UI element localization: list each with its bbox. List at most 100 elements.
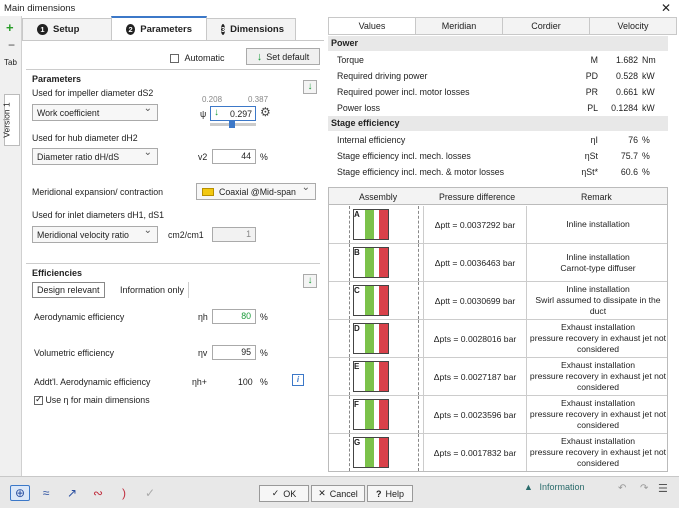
table-row: E Δpts = 0.0027187 bar Exhaust installatio… [329,358,667,396]
assembly-sketch: G [329,434,424,471]
info-icon[interactable]: i [292,374,304,386]
row-unit: Nm [642,55,656,65]
row-symbol: PD [585,71,598,81]
remove-version-button[interactable]: − [8,38,15,52]
remark: Exhaust installation pressure recovery i… [529,360,667,392]
aero-input[interactable]: 80 [212,309,256,324]
checkbox-box[interactable] [34,394,43,406]
row-value: 76 [628,135,638,145]
tab-dimensions[interactable]: 3 Dimensions [206,18,296,40]
power-row: Required power incl. motor losses PR 0.6… [328,84,668,100]
tab-information-only[interactable]: Information only [116,282,190,298]
tab-parameters[interactable]: 2 Parameters [111,16,207,40]
apply-arrow-icon[interactable]: ↓ [303,274,317,288]
row-name: Internal efficiency [337,135,406,145]
help-icon: ? [375,488,382,499]
redo-icon[interactable]: ↷ [640,483,648,494]
tab-number: 1 [37,24,48,35]
psi-max: 0.387 [248,95,269,104]
tab-velocity[interactable]: Velocity [589,17,677,35]
assembly-sketch: B [329,244,424,281]
row-value: 0.528 [615,71,638,81]
vol-input[interactable]: 95 [212,345,256,360]
power-row: Required driving power PD 0.528 kW [328,68,668,84]
check-icon[interactable]: ✓ [140,485,160,501]
row-name: Required driving power [337,71,428,81]
stage-title: Stage efficiency [328,116,668,131]
assembly-sketch: F [329,396,424,433]
automatic-checkbox[interactable]: Automatic [170,53,225,64]
menu-icon[interactable]: ☰ [658,482,668,495]
row-name: Stage efficiency incl. mech. losses [337,151,471,161]
table-header: Assembly Pressure difference Remark [329,188,667,205]
tab-values[interactable]: Values [328,17,416,35]
help-button[interactable]: ? Help [367,485,413,502]
tab-label: Setup [53,24,80,35]
row-unit: kW [642,87,655,97]
tab-toggle[interactable]: Tab [4,58,17,67]
meridian-view-icon[interactable]: ⊕ [10,485,30,501]
cm-input[interactable]: 1 [212,227,256,242]
checkbox-box[interactable] [170,54,179,64]
set-default-button[interactable]: ↓ Set default [246,48,320,65]
assembly-sketch: D [329,320,424,357]
table-row: C Δptt = 0.0030699 bar Inline installation… [329,282,667,320]
apply-arrow-icon[interactable]: ↓ [303,80,317,94]
tab-meridian[interactable]: Meridian [415,17,503,35]
tab-design-relevant[interactable]: Design relevant [32,282,105,298]
model-view-icon[interactable]: ∾ [88,485,108,501]
addt-label: Addt'l. Aerodynamic efficiency [34,377,151,387]
cancel-button[interactable]: ✕ Cancel [311,485,365,502]
tab-setup[interactable]: 1 Setup [22,18,112,40]
assembly-letter: C [354,286,360,295]
blade-view-icon[interactable]: ≈ [36,485,56,501]
close-icon[interactable]: ✕ [661,0,671,16]
v2-input[interactable]: 44 [212,149,256,164]
meridional-select[interactable]: Coaxial @Mid-span [196,182,316,200]
impeller-select[interactable]: Work coefficient [32,103,158,121]
use-eta-checkbox[interactable]: Use η for main dimensions [34,394,150,406]
inlet-select[interactable]: Meridional velocity ratio [32,225,158,243]
v2-unit: % [260,152,268,162]
impeller-label: Used for impeller diameter dS2 [32,88,154,98]
information-toggle[interactable]: ▲ Information [524,482,584,492]
velocity-triangle-icon[interactable]: ↗ [62,485,82,501]
assembly-sketch: A [329,206,424,243]
addt-unit: % [260,377,268,387]
profile-view-icon[interactable]: ) [114,485,134,501]
row-unit: kW [642,103,655,113]
meridional-select-value: Coaxial @Mid-span [219,186,296,197]
psi-slider-handle[interactable] [229,120,235,128]
undo-icon[interactable]: ↶ [618,483,626,494]
down-arrow-icon: ↓ [214,107,219,118]
row-name: Stage efficiency incl. mech. & motor los… [337,167,505,177]
table-row: G Δpts = 0.0017832 bar Exhaust installatio… [329,434,667,471]
assembly-letter: F [354,400,359,409]
assembly-letter: G [354,438,361,447]
pressure-difference: Δpts = 0.0017832 bar [424,434,527,471]
pressure-difference: Δpts = 0.0023596 bar [424,396,527,433]
aero-unit: % [260,312,268,322]
close-icon: ✕ [318,488,326,498]
parameters-panel: Automatic ↓ Set default Parameters ↓ Use… [22,40,324,476]
tab-cordier[interactable]: Cordier [502,17,590,35]
ok-button[interactable]: ✓ OK [259,485,309,502]
main-tabs: 1 Setup 2 Parameters 3 Dimensions [22,16,296,40]
psi-input[interactable]: ↓ 0.297 [210,106,256,121]
row-value: 0.1284 [611,103,638,113]
stage-row: Stage efficiency incl. mech. losses ηSt … [328,148,668,164]
row-value: 0.661 [615,87,638,97]
automatic-label: Automatic [184,53,225,63]
parameters-title: Parameters [32,74,82,84]
right-tabs: Values Meridian Cordier Velocity [328,17,677,35]
version-tab[interactable]: Version 1 [2,94,20,146]
add-version-button[interactable]: + [6,20,14,35]
remark: Exhaust installation pressure recovery i… [529,322,667,354]
row-unit: % [642,135,650,145]
hub-select[interactable]: Diameter ratio dH/dS [32,147,158,165]
header-pressure: Pressure difference [439,192,516,202]
table-row: D Δpts = 0.0028016 bar Exhaust installatio… [329,320,667,358]
gear-icon[interactable]: ⚙ [260,105,271,119]
help-label: Help [385,488,404,499]
tab-label: Parameters [140,23,192,35]
